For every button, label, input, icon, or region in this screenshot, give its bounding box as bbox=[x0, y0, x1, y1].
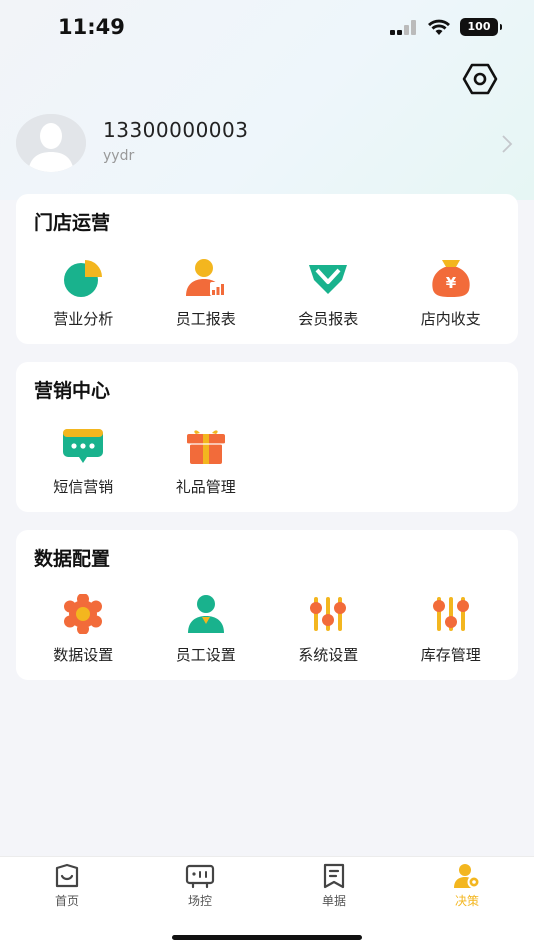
decision-icon bbox=[454, 864, 481, 889]
menu-label: 会员报表 bbox=[298, 310, 359, 328]
home-icon bbox=[55, 863, 79, 888]
tab-documents[interactable]: 单据 bbox=[294, 863, 374, 909]
section-title: 门店运营 bbox=[34, 212, 111, 234]
sliders-icon bbox=[310, 597, 347, 631]
document-icon bbox=[323, 863, 345, 889]
tab-floor-control[interactable]: 场控 bbox=[160, 863, 240, 909]
staff-settings-icon bbox=[187, 595, 224, 633]
gift-icon bbox=[186, 430, 225, 464]
menu-label: 数据设置 bbox=[53, 646, 114, 664]
pie-chart-icon bbox=[64, 260, 103, 297]
sms-icon bbox=[63, 429, 104, 463]
tab-label: 首页 bbox=[54, 894, 79, 908]
menu-label: 营业分析 bbox=[53, 310, 114, 328]
marketing-grid: 短信营销 礼品管理 bbox=[22, 426, 512, 497]
menu-member-report[interactable]: 会员报表 bbox=[267, 258, 390, 329]
status-indicators: 100 bbox=[390, 18, 502, 36]
menu-staff-settings[interactable]: 员工设置 bbox=[145, 594, 268, 665]
tab-home[interactable]: 首页 bbox=[27, 863, 107, 909]
inventory-sliders-icon bbox=[432, 597, 469, 631]
section-marketing-center: 营销中心 短信营销 礼品管理 bbox=[16, 362, 518, 512]
menu-label: 员工报表 bbox=[175, 310, 236, 328]
section-store-operations: 门店运营 营业分析 员工报表 会员报表 ¥ 店内收支 bbox=[16, 194, 518, 344]
data-configuration-grid: 数据设置 员工设置 系统设置 库存管理 bbox=[22, 594, 512, 665]
profile-phone: 13300000003 bbox=[103, 118, 249, 142]
section-title: 营销中心 bbox=[34, 380, 111, 402]
profile-username: yydr bbox=[103, 148, 135, 164]
menu-label: 员工设置 bbox=[175, 646, 236, 664]
menu-data-settings[interactable]: 数据设置 bbox=[22, 594, 145, 665]
menu-label: 店内收支 bbox=[420, 310, 481, 328]
menu-sms-marketing[interactable]: 短信营销 bbox=[22, 426, 145, 497]
status-bar: 11:49 100 bbox=[0, 0, 534, 58]
menu-label: 短信营销 bbox=[53, 478, 114, 496]
menu-business-analysis[interactable]: 营业分析 bbox=[22, 258, 145, 329]
menu-gift-management[interactable]: 礼品管理 bbox=[145, 426, 268, 497]
signal-icon bbox=[390, 20, 416, 35]
status-time: 11:49 bbox=[58, 15, 125, 39]
svg-text:¥: ¥ bbox=[446, 274, 457, 292]
money-bag-icon: ¥ bbox=[432, 260, 470, 297]
tab-label: 单据 bbox=[321, 894, 346, 908]
store-operations-grid: 营业分析 员工报表 会员报表 ¥ 店内收支 bbox=[22, 258, 512, 329]
menu-system-settings[interactable]: 系统设置 bbox=[267, 594, 390, 665]
menu-label: 礼品管理 bbox=[175, 478, 236, 496]
home-indicator bbox=[172, 935, 362, 940]
gear-icon bbox=[64, 594, 103, 634]
settings-button[interactable] bbox=[462, 63, 498, 95]
section-data-configuration: 数据配置 数据设置 员工设置 系统设置 库存管理 bbox=[16, 530, 518, 680]
monitor-icon bbox=[185, 864, 215, 889]
section-title: 数据配置 bbox=[34, 548, 111, 570]
tab-decision[interactable]: 决策 bbox=[427, 863, 507, 909]
menu-store-income-expense[interactable]: ¥ 店内收支 bbox=[390, 258, 513, 329]
menu-staff-report[interactable]: 员工报表 bbox=[145, 258, 268, 329]
default-avatar-icon bbox=[16, 114, 86, 172]
avatar bbox=[16, 114, 86, 172]
settings-hexagon-icon bbox=[462, 63, 498, 95]
tab-label: 场控 bbox=[187, 894, 212, 908]
wifi-icon bbox=[428, 19, 450, 35]
menu-label: 库存管理 bbox=[420, 646, 481, 664]
profile-row[interactable]: 13300000003 yydr bbox=[16, 114, 518, 174]
battery-level: 100 bbox=[467, 20, 491, 33]
member-report-icon bbox=[309, 265, 348, 294]
menu-label: 系统设置 bbox=[298, 646, 359, 664]
menu-inventory-management[interactable]: 库存管理 bbox=[390, 594, 513, 665]
staff-report-icon bbox=[185, 259, 226, 296]
battery-icon: 100 bbox=[460, 18, 502, 36]
tab-label: 决策 bbox=[454, 894, 479, 908]
chevron-right-icon bbox=[502, 135, 513, 153]
